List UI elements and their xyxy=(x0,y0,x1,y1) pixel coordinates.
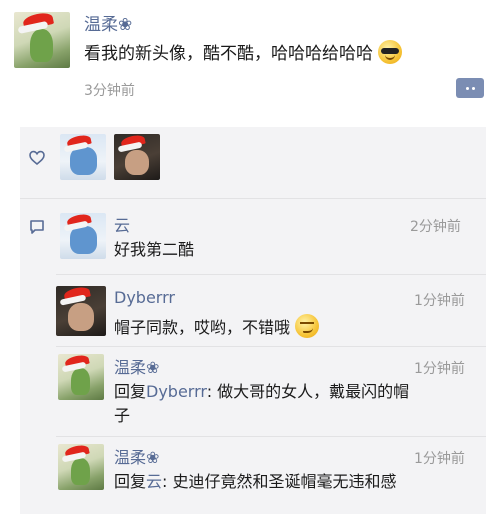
comment-time: 2分钟前 xyxy=(410,219,461,235)
comment-divider xyxy=(56,346,486,347)
smirk-emoji-icon xyxy=(295,314,320,338)
comment-author[interactable]: 温柔❀ xyxy=(114,444,159,468)
comment-time: 1分钟前 xyxy=(414,361,465,377)
comment-text-content: 帽子同款，哎哟，不错哦 xyxy=(114,318,291,337)
comment-text[interactable]: 回复Dyberrr: 做大哥的女人，戴最闪的帽 子 xyxy=(114,380,474,428)
reply-text: : 做大哥的女人，戴最闪的帽 xyxy=(206,382,410,401)
comment-avatar[interactable] xyxy=(58,444,104,490)
comment-divider xyxy=(56,274,486,275)
comment-text[interactable]: 好我第二酷 xyxy=(114,238,194,262)
likes-divider xyxy=(20,198,486,199)
heart-icon xyxy=(29,150,45,166)
reply-prefix: 回复 xyxy=(114,472,147,491)
post-author-name[interactable]: 温柔❀ xyxy=(84,10,132,35)
like-avatar-stitch[interactable] xyxy=(60,134,106,180)
reply-prefix: 回复 xyxy=(114,382,147,401)
comment-author[interactable]: 云 xyxy=(114,212,130,236)
comment-time: 1分钟前 xyxy=(414,293,465,309)
comment-author[interactable]: 温柔❀ xyxy=(114,354,159,378)
comment-icon xyxy=(30,220,44,234)
comment-author[interactable]: Dyberrr xyxy=(114,288,175,307)
more-button[interactable] xyxy=(456,78,484,98)
comment-avatar[interactable] xyxy=(60,213,106,259)
reply-to-user[interactable]: 云 xyxy=(146,472,162,491)
comment-divider xyxy=(56,436,486,437)
like-avatar-dyberrr[interactable] xyxy=(114,134,160,180)
reply-text-cont: 子 xyxy=(114,406,131,425)
reply-text: : 史迪仔竟然和圣诞帽毫无违和感 xyxy=(162,472,397,491)
reply-to-user[interactable]: Dyberrr xyxy=(146,382,207,401)
comment-avatar[interactable] xyxy=(58,354,104,400)
comment-text[interactable]: 帽子同款，哎哟，不错哦 xyxy=(114,314,320,340)
comment-avatar[interactable] xyxy=(56,286,106,336)
post-text: 看我的新头像，酷不酷，哈哈哈给哈哈 xyxy=(84,40,403,66)
comment-time: 1分钟前 xyxy=(414,451,465,467)
post-time: 3分钟前 xyxy=(84,83,135,99)
post-author-avatar[interactable] xyxy=(14,12,70,68)
comment-text[interactable]: 回复云: 史迪仔竟然和圣诞帽毫无违和感 xyxy=(114,470,397,494)
post-text-content: 看我的新头像，酷不酷，哈哈哈给哈哈 xyxy=(84,44,373,64)
cool-emoji-icon xyxy=(378,40,403,64)
